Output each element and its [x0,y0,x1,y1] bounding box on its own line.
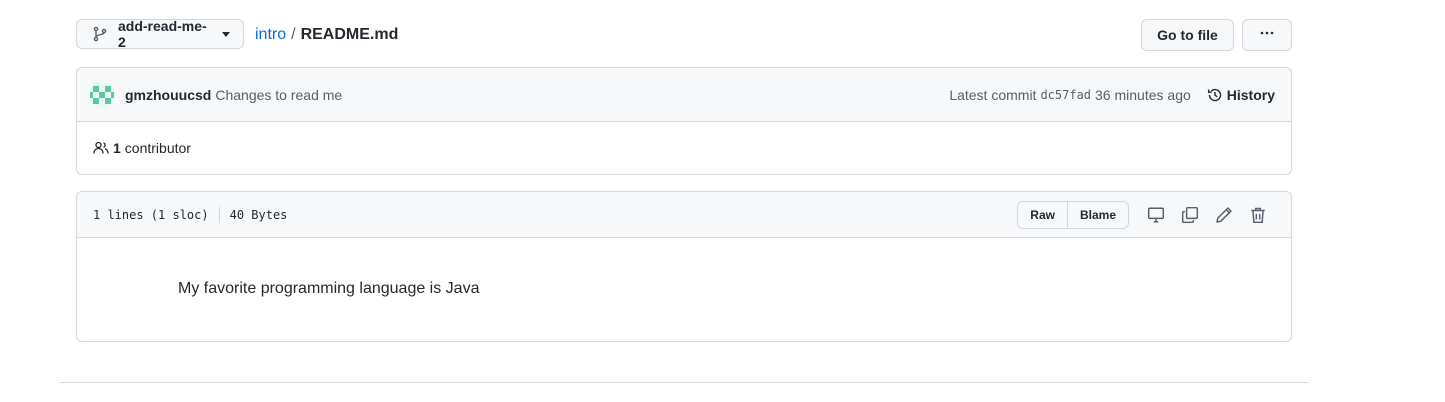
copy-icon[interactable] [1173,201,1207,229]
raw-button[interactable]: Raw [1018,201,1067,228]
file-info-divider [218,206,220,223]
raw-blame-group: Raw Blame [1017,200,1129,229]
branch-name: add-read-me-2 [118,18,207,50]
readme-content: My favorite programming language is Java [178,280,480,297]
commit-meta: Latest commit dc57fad 36 minutes ago His… [949,87,1275,103]
file-size: 40 Bytes [229,207,288,222]
commit-message-link[interactable]: Changes to read me [215,87,342,103]
commit-author-link[interactable]: gmzhouucsd [125,87,211,103]
commit-sha-link[interactable]: dc57fad [1040,88,1091,102]
kebab-horizontal-icon [1259,25,1275,46]
history-label: History [1226,86,1275,103]
go-to-file-button[interactable]: Go to file [1141,19,1234,51]
latest-commit-label: Latest commit [949,86,1037,103]
file-actions: Raw Blame [1017,200,1275,229]
breadcrumb-separator: / [291,26,296,43]
history-icon [1207,87,1223,103]
trash-icon[interactable] [1241,201,1275,229]
commit-time: 36 minutes ago [1095,86,1191,103]
git-branch-icon [92,26,108,42]
history-link[interactable]: History [1207,87,1275,103]
file-navigation: add-read-me-2 intro / README.md Go to file [76,18,1292,51]
branch-selector-button[interactable]: add-read-me-2 [76,18,244,50]
contributor-label[interactable]: contributor [125,140,191,156]
contributors-row: 1 contributor [77,122,1291,174]
footer-divider [60,382,1308,383]
file-view-page: add-read-me-2 intro / README.md Go to file [0,0,1445,402]
file-content-box: 1 lines (1 sloc) 40 Bytes Raw Blame My f… [76,191,1292,342]
breadcrumb-repo-link[interactable]: intro [255,26,286,43]
avatar[interactable] [89,81,115,108]
breadcrumb-file-name: README.md [300,26,399,43]
pencil-icon[interactable] [1207,201,1241,229]
blame-button[interactable]: Blame [1066,201,1128,228]
file-line-count: 1 lines (1 sloc) [93,207,209,222]
contributor-count[interactable]: 1 [113,140,121,156]
triangle-down-icon [221,29,231,39]
more-options-button[interactable] [1242,19,1292,51]
people-icon [93,140,109,156]
desktop-icon[interactable] [1139,201,1173,229]
latest-commit-box: gmzhouucsd Changes to read me Latest com… [76,67,1292,175]
commit-header: gmzhouucsd Changes to read me Latest com… [77,68,1291,122]
file-header: 1 lines (1 sloc) 40 Bytes Raw Blame [77,192,1291,238]
breadcrumb: intro / README.md [255,25,398,45]
